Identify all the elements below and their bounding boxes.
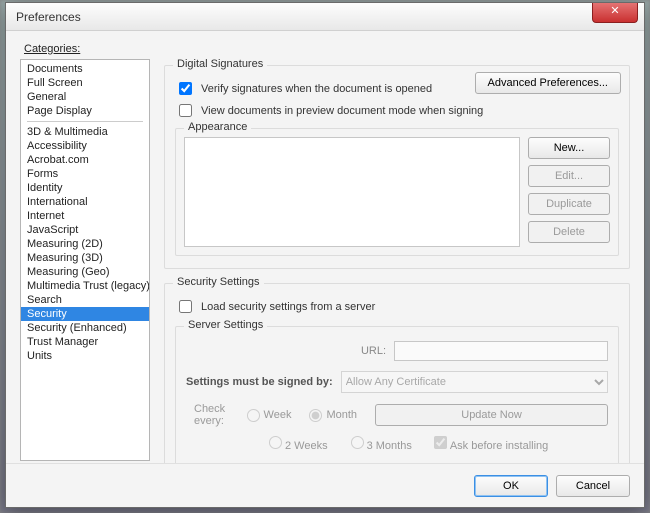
- sidebar-item[interactable]: Forms: [21, 167, 149, 181]
- sidebar-item[interactable]: 3D & Multimedia: [21, 125, 149, 139]
- appearance-group: Appearance New... Edit... Duplicate Dele…: [175, 128, 619, 256]
- sidebar-item[interactable]: General: [21, 90, 149, 104]
- url-input[interactable]: [394, 341, 608, 361]
- load-from-server-checkbox[interactable]: [179, 300, 192, 313]
- titlebar: Preferences ✕: [6, 3, 644, 31]
- server-settings-group: Server Settings URL: Settings must be si…: [175, 326, 619, 465]
- advanced-preferences-button[interactable]: Advanced Preferences...: [475, 72, 621, 94]
- appearance-label: Appearance: [184, 121, 251, 133]
- interval-month-radio[interactable]: [309, 409, 322, 422]
- verify-signatures-checkbox[interactable]: [179, 82, 192, 95]
- delete-appearance-button[interactable]: Delete: [528, 221, 610, 243]
- sidebar-item[interactable]: International: [21, 195, 149, 209]
- sidebar-item[interactable]: Acrobat.com: [21, 153, 149, 167]
- interval-3months-radio[interactable]: [351, 436, 364, 449]
- categories-list[interactable]: Documents Full Screen General Page Displ…: [20, 59, 150, 461]
- signed-by-label: Settings must be signed by:: [186, 376, 333, 388]
- categories-label: Categories:: [24, 43, 630, 55]
- sidebar-item[interactable]: JavaScript: [21, 223, 149, 237]
- sidebar-item[interactable]: Page Display: [21, 104, 149, 118]
- sidebar-item-security[interactable]: Security: [21, 307, 149, 321]
- dialog-footer: OK Cancel: [6, 463, 644, 507]
- load-from-server-label: Load security settings from a server: [201, 301, 375, 313]
- edit-appearance-button[interactable]: Edit...: [528, 165, 610, 187]
- group-heading: Security Settings: [173, 276, 264, 288]
- interval-2weeks-radio[interactable]: [269, 436, 282, 449]
- group-heading: Digital Signatures: [173, 58, 267, 70]
- server-settings-label: Server Settings: [184, 319, 267, 331]
- sidebar-item[interactable]: Measuring (Geo): [21, 265, 149, 279]
- security-settings-group: Security Settings Load security settings…: [164, 283, 630, 478]
- sidebar-item[interactable]: Measuring (3D): [21, 251, 149, 265]
- sidebar-item[interactable]: Measuring (2D): [21, 237, 149, 251]
- preview-mode-checkbox[interactable]: [179, 104, 192, 117]
- interval-week-radio[interactable]: [247, 409, 260, 422]
- verify-signatures-label: Verify signatures when the document is o…: [201, 83, 432, 95]
- sidebar-item[interactable]: Multimedia Trust (legacy): [21, 279, 149, 293]
- sidebar-item[interactable]: Internet: [21, 209, 149, 223]
- preview-mode-label: View documents in preview document mode …: [201, 105, 483, 117]
- sidebar-item[interactable]: Full Screen: [21, 76, 149, 90]
- sidebar-item[interactable]: Trust Manager: [21, 335, 149, 349]
- url-label: URL:: [186, 345, 386, 357]
- new-appearance-button[interactable]: New...: [528, 137, 610, 159]
- close-button[interactable]: ✕: [592, 3, 638, 23]
- sidebar-item[interactable]: Security (Enhanced): [21, 321, 149, 335]
- digital-signatures-group: Digital Signatures Advanced Preferences.…: [164, 65, 630, 269]
- window-title: Preferences: [16, 10, 81, 24]
- ask-before-installing-checkbox[interactable]: [434, 436, 447, 449]
- main-panel: Digital Signatures Advanced Preferences.…: [164, 59, 630, 461]
- sidebar-item[interactable]: Identity: [21, 181, 149, 195]
- duplicate-appearance-button[interactable]: Duplicate: [528, 193, 610, 215]
- ok-button[interactable]: OK: [474, 475, 548, 497]
- appearance-list[interactable]: [184, 137, 520, 247]
- cancel-button[interactable]: Cancel: [556, 475, 630, 497]
- signed-by-select[interactable]: Allow Any Certificate: [341, 371, 608, 393]
- update-now-button[interactable]: Update Now: [375, 404, 608, 426]
- sidebar-item[interactable]: Documents: [21, 62, 149, 76]
- sidebar-item[interactable]: Accessibility: [21, 139, 149, 153]
- sidebar-item[interactable]: Search: [21, 293, 149, 307]
- preferences-dialog: Preferences ✕ Categories: Documents Full…: [5, 2, 645, 508]
- check-every-label: Check every:: [194, 403, 229, 427]
- sidebar-item[interactable]: Units: [21, 349, 149, 363]
